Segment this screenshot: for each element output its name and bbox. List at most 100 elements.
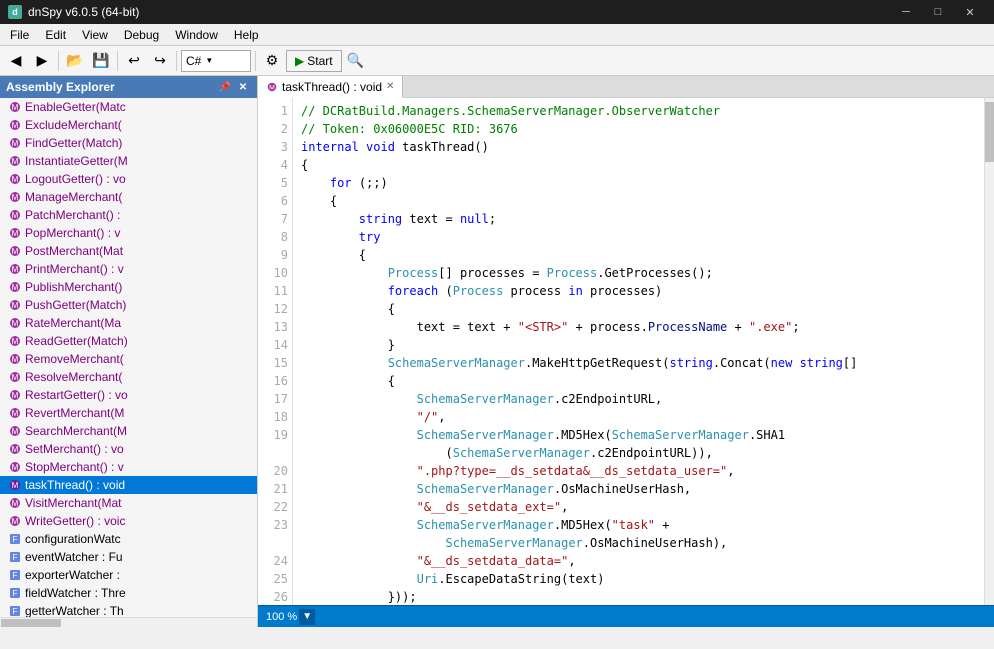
- editor-tabs: M taskThread() : void ✕: [258, 76, 994, 98]
- close-button[interactable]: ✕: [954, 0, 986, 24]
- svg-text:M: M: [12, 517, 19, 526]
- tab-close-button[interactable]: ✕: [386, 81, 394, 92]
- ae-pin-button[interactable]: 📌: [217, 79, 233, 95]
- tb-separator-2: [117, 51, 118, 71]
- forward-button[interactable]: ▶: [30, 49, 54, 73]
- svg-text:F: F: [13, 571, 18, 580]
- tb-separator-3: [176, 51, 177, 71]
- svg-text:M: M: [12, 337, 19, 346]
- code-area: 1 2 3 4 5 6 7 8 9 10 11 12 13 14 15 16 1…: [258, 98, 994, 605]
- open-button[interactable]: 📂: [63, 49, 87, 73]
- svg-text:M: M: [12, 481, 19, 490]
- assembly-explorer: Assembly Explorer 📌 ✕ M EnableGetter(Mat…: [0, 76, 258, 627]
- ae-item-popmerchant[interactable]: M PopMerchant() : v: [0, 224, 257, 242]
- settings-button[interactable]: ⚙: [260, 49, 284, 73]
- zoom-control: 100 % ▼: [266, 609, 315, 625]
- ae-item-ratemerchant[interactable]: M RateMerchant(Ma: [0, 314, 257, 332]
- ae-hscrollbar[interactable]: [0, 617, 257, 627]
- ae-item-searchmerchant[interactable]: M SearchMerchant(M: [0, 422, 257, 440]
- status-bar: 100 % ▼: [258, 605, 994, 627]
- ae-item-postmerchant[interactable]: M PostMerchant(Mat: [0, 242, 257, 260]
- ae-header: Assembly Explorer 📌 ✕: [0, 76, 257, 98]
- svg-text:M: M: [12, 157, 19, 166]
- svg-text:M: M: [12, 247, 19, 256]
- svg-text:M: M: [12, 463, 19, 472]
- main-area: Assembly Explorer 📌 ✕ M EnableGetter(Mat…: [0, 76, 994, 627]
- ae-item-getterwatcher[interactable]: F getterWatcher : Th: [0, 602, 257, 617]
- ae-hscrollbar-thumb[interactable]: [1, 619, 61, 627]
- ae-item-eventwatcher[interactable]: F eventWatcher : Fu: [0, 548, 257, 566]
- tb-separator-1: [58, 51, 59, 71]
- ae-item-setmerchant[interactable]: M SetMerchant() : vo: [0, 440, 257, 458]
- ae-item-taskthread[interactable]: M taskThread() : void: [0, 476, 257, 494]
- ae-item-writegetter[interactable]: M WriteGetter() : voic: [0, 512, 257, 530]
- ae-item-excludemerchant[interactable]: M ExcludeMerchant(: [0, 116, 257, 134]
- ae-item-publishmerchant[interactable]: M PublishMerchant(): [0, 278, 257, 296]
- ae-title: Assembly Explorer: [6, 80, 115, 94]
- title-bar: d dnSpy v6.0.5 (64-bit) ─ □ ✕: [0, 0, 994, 24]
- ae-item-pushgetter[interactable]: M PushGetter(Match): [0, 296, 257, 314]
- ae-item-managemerchant[interactable]: M ManageMerchant(: [0, 188, 257, 206]
- start-button[interactable]: ▶ Start: [286, 50, 342, 72]
- ae-header-buttons: 📌 ✕: [217, 79, 251, 95]
- maximize-button[interactable]: □: [922, 0, 954, 24]
- scrollbar-thumb[interactable]: [985, 102, 994, 162]
- svg-text:M: M: [12, 409, 19, 418]
- ae-item-logoutgetter[interactable]: M LogoutGetter() : vo: [0, 170, 257, 188]
- dropdown-arrow-icon: ▼: [205, 56, 213, 65]
- ae-item-readgetter[interactable]: M ReadGetter(Match): [0, 332, 257, 350]
- ae-item-instantiategetter[interactable]: M InstantiateGetter(M: [0, 152, 257, 170]
- svg-text:M: M: [12, 193, 19, 202]
- ae-item-exporterwatcher[interactable]: F exporterWatcher :: [0, 566, 257, 584]
- ae-item-findgetter[interactable]: M FindGetter(Match): [0, 134, 257, 152]
- ae-item-configurationwatcher[interactable]: F configurationWatc: [0, 530, 257, 548]
- language-dropdown[interactable]: C# ▼: [181, 50, 251, 72]
- line-numbers: 1 2 3 4 5 6 7 8 9 10 11 12 13 14 15 16 1…: [258, 98, 293, 605]
- svg-text:F: F: [13, 607, 18, 616]
- ae-item-printmerchant[interactable]: M PrintMerchant() : v: [0, 260, 257, 278]
- save-button[interactable]: 💾: [89, 49, 113, 73]
- svg-text:M: M: [12, 355, 19, 364]
- vertical-scrollbar[interactable]: [984, 98, 994, 605]
- ae-item-visitmerchant[interactable]: M VisitMerchant(Mat: [0, 494, 257, 512]
- menu-edit[interactable]: Edit: [37, 26, 74, 44]
- undo-button[interactable]: ↩: [122, 49, 146, 73]
- menu-debug[interactable]: Debug: [116, 26, 167, 44]
- editor-tab-taskthread[interactable]: M taskThread() : void ✕: [258, 76, 403, 98]
- svg-text:M: M: [12, 229, 19, 238]
- svg-text:M: M: [12, 499, 19, 508]
- redo-button[interactable]: ↪: [148, 49, 172, 73]
- menu-view[interactable]: View: [74, 26, 116, 44]
- svg-text:M: M: [12, 265, 19, 274]
- svg-text:F: F: [13, 553, 18, 562]
- ae-close-button[interactable]: ✕: [235, 79, 251, 95]
- menu-file[interactable]: File: [2, 26, 37, 44]
- svg-text:M: M: [12, 427, 19, 436]
- svg-text:M: M: [12, 139, 19, 148]
- ae-item-fieldwatcher[interactable]: F fieldWatcher : Thre: [0, 584, 257, 602]
- ae-item-revertmerchant[interactable]: M RevertMerchant(M: [0, 404, 257, 422]
- menu-window[interactable]: Window: [167, 26, 226, 44]
- zoom-decrease-button[interactable]: ▼: [299, 609, 315, 625]
- svg-text:M: M: [12, 391, 19, 400]
- ae-item-patchmerchant[interactable]: M PatchMerchant() :: [0, 206, 257, 224]
- svg-text:M: M: [12, 301, 19, 310]
- svg-text:M: M: [12, 175, 19, 184]
- minimize-button[interactable]: ─: [890, 0, 922, 24]
- svg-text:F: F: [13, 589, 18, 598]
- toolbar: ◀ ▶ 📂 💾 ↩ ↪ C# ▼ ⚙ ▶ Start 🔍: [0, 46, 994, 76]
- ae-item-stopmerchant[interactable]: M StopMerchant() : v: [0, 458, 257, 476]
- ae-item-restartgetter[interactable]: M RestartGetter() : vo: [0, 386, 257, 404]
- ae-list: M EnableGetter(Matc M ExcludeMerchant( M…: [0, 98, 257, 617]
- menu-bar: File Edit View Debug Window Help: [0, 24, 994, 46]
- app-icon: d: [8, 5, 22, 19]
- back-button[interactable]: ◀: [4, 49, 28, 73]
- ae-item-resolvemerchant[interactable]: M ResolveMerchant(: [0, 368, 257, 386]
- tab-icon: M: [266, 81, 278, 93]
- search-button[interactable]: 🔍: [344, 49, 368, 73]
- tb-separator-4: [255, 51, 256, 71]
- code-editor[interactable]: // DCRatBuild.Managers.SchemaServerManag…: [293, 98, 984, 605]
- menu-help[interactable]: Help: [226, 26, 267, 44]
- ae-item-removemerchant[interactable]: M RemoveMerchant(: [0, 350, 257, 368]
- ae-item-enablegetter[interactable]: M EnableGetter(Matc: [0, 98, 257, 116]
